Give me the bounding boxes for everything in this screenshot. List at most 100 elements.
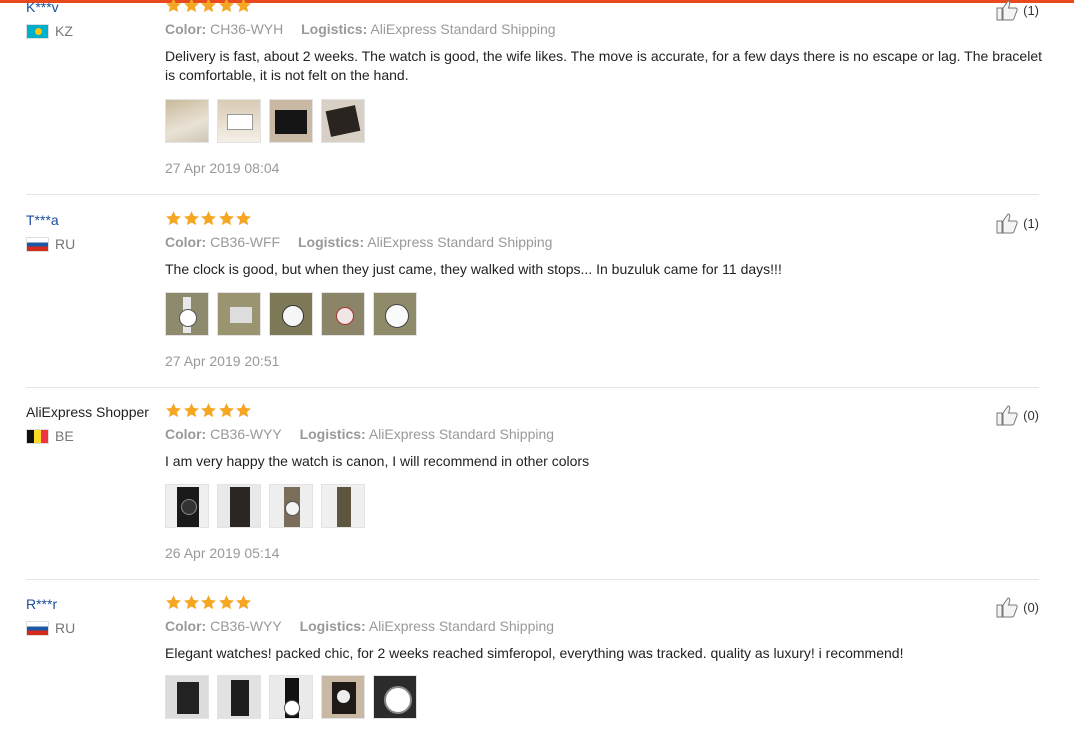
review-photo[interactable] bbox=[217, 99, 261, 143]
review-text: The clock is good, but when they just ca… bbox=[165, 261, 782, 277]
star-icon bbox=[201, 403, 216, 418]
color-label: Color: bbox=[165, 618, 207, 634]
review-meta: Color: CB36-WFF Logistics: AliExpress St… bbox=[165, 234, 552, 250]
star-rating bbox=[165, 0, 253, 14]
review-item: K***v KZ Color: CH36-WYH Logistics: AliE… bbox=[26, 0, 1042, 195]
review-meta: Color: CH36-WYH Logistics: AliExpress St… bbox=[165, 21, 556, 37]
review-photo[interactable] bbox=[373, 292, 417, 336]
review-meta: Color: CB36-WYY Logistics: AliExpress St… bbox=[165, 618, 554, 634]
review-text: I am very happy the watch is canon, I wi… bbox=[165, 453, 590, 469]
star-icon bbox=[201, 0, 216, 13]
reviewer-country: BE bbox=[26, 428, 74, 444]
review-photo[interactable] bbox=[269, 99, 313, 143]
like-count: (0) bbox=[1023, 599, 1039, 615]
reviewer-name[interactable]: R***r bbox=[26, 596, 57, 612]
like-button[interactable]: (0) bbox=[996, 404, 1039, 426]
logistics-value: AliExpress Standard Shipping bbox=[370, 21, 556, 37]
star-icon bbox=[218, 0, 234, 13]
logistics-value: AliExpress Standard Shipping bbox=[368, 618, 555, 634]
review-item: AliExpress Shopper BE Color: CB36-WYY Lo… bbox=[26, 402, 1039, 580]
star-icon bbox=[236, 403, 251, 418]
color-value: CB36-WYY bbox=[210, 426, 282, 442]
review-photos bbox=[165, 675, 425, 719]
logistics-label: Logistics: bbox=[299, 426, 366, 442]
flag-ru-icon bbox=[26, 236, 49, 252]
logistics-label: Logistics: bbox=[301, 21, 368, 37]
star-icon bbox=[218, 403, 234, 418]
review-photo[interactable] bbox=[321, 484, 365, 528]
star-icon bbox=[236, 211, 251, 226]
review-item: R***r RU Color: CB36-WYY Logistics: AliE… bbox=[26, 594, 1039, 738]
color-value: CB36-WFF bbox=[210, 234, 281, 250]
star-icon bbox=[166, 595, 181, 610]
star-icon bbox=[201, 595, 216, 610]
review-photo[interactable] bbox=[217, 484, 261, 528]
star-icon bbox=[183, 403, 199, 418]
reviewer-name[interactable]: T***a bbox=[26, 212, 59, 228]
reviewer-country: RU bbox=[26, 236, 75, 252]
thumbs-up-icon bbox=[996, 213, 1018, 234]
review-date: 27 Apr 2019 08:04 bbox=[165, 160, 280, 176]
divider bbox=[26, 387, 1039, 388]
like-button[interactable]: (1) bbox=[996, 212, 1039, 234]
star-icon bbox=[166, 403, 181, 418]
review-photo[interactable] bbox=[321, 99, 365, 143]
star-icon bbox=[201, 211, 216, 226]
logistics-value: AliExpress Standard Shipping bbox=[368, 426, 555, 442]
review-photo[interactable] bbox=[217, 292, 261, 336]
review-photo[interactable] bbox=[373, 675, 417, 719]
star-icon bbox=[236, 595, 251, 610]
logistics-label: Logistics: bbox=[299, 618, 366, 634]
like-button[interactable]: (0) bbox=[996, 596, 1039, 618]
review-photos bbox=[165, 484, 373, 528]
review-photo[interactable] bbox=[269, 484, 313, 528]
country-code: RU bbox=[55, 620, 76, 636]
star-rating bbox=[165, 402, 253, 419]
review-photo[interactable] bbox=[165, 484, 209, 528]
like-button[interactable]: (1) bbox=[996, 0, 1039, 21]
reviewer-name[interactable]: AliExpress Shopper bbox=[26, 404, 149, 420]
divider bbox=[26, 194, 1039, 195]
flag-be-icon bbox=[26, 428, 49, 444]
review-photos bbox=[165, 292, 425, 336]
like-count: (0) bbox=[1023, 407, 1039, 423]
thumbs-up-icon bbox=[996, 597, 1018, 618]
reviewer-country: RU bbox=[26, 620, 75, 636]
logistics-value: AliExpress Standard Shipping bbox=[367, 234, 553, 250]
color-label: Color: bbox=[165, 426, 207, 442]
review-photo[interactable] bbox=[269, 292, 313, 336]
thumbs-up-icon bbox=[996, 405, 1018, 426]
star-rating bbox=[165, 210, 253, 227]
review-photo[interactable] bbox=[165, 292, 209, 336]
like-count: (1) bbox=[1023, 215, 1039, 231]
star-icon bbox=[166, 0, 181, 13]
country-code: BE bbox=[55, 428, 74, 444]
review-text: Delivery is fast, about 2 weeks. The wat… bbox=[165, 48, 1042, 83]
thumbs-up-icon bbox=[996, 0, 1018, 21]
star-icon bbox=[183, 595, 199, 610]
review-text: Elegant watches! packed chic, for 2 week… bbox=[165, 645, 904, 661]
star-icon bbox=[236, 0, 251, 13]
star-icon bbox=[183, 211, 199, 226]
review-meta: Color: CB36-WYY Logistics: AliExpress St… bbox=[165, 426, 554, 442]
flag-kz-icon bbox=[26, 23, 49, 39]
star-rating bbox=[165, 594, 253, 611]
review-photo[interactable] bbox=[217, 675, 261, 719]
review-photo[interactable] bbox=[165, 99, 209, 143]
country-code: RU bbox=[55, 236, 76, 252]
color-label: Color: bbox=[165, 234, 207, 250]
color-value: CB36-WYY bbox=[210, 618, 282, 634]
review-photo[interactable] bbox=[269, 675, 313, 719]
review-photo[interactable] bbox=[321, 675, 365, 719]
review-photo[interactable] bbox=[321, 292, 365, 336]
review-photos bbox=[165, 99, 373, 143]
reviewer-name[interactable]: K***v bbox=[26, 0, 59, 15]
logistics-label: Logistics: bbox=[298, 234, 365, 250]
color-value: CH36-WYH bbox=[210, 21, 284, 37]
country-code: KZ bbox=[55, 23, 73, 39]
star-icon bbox=[183, 0, 199, 13]
review-photo[interactable] bbox=[165, 675, 209, 719]
star-icon bbox=[218, 211, 234, 226]
reviewer-country: KZ bbox=[26, 23, 73, 39]
star-icon bbox=[166, 211, 181, 226]
